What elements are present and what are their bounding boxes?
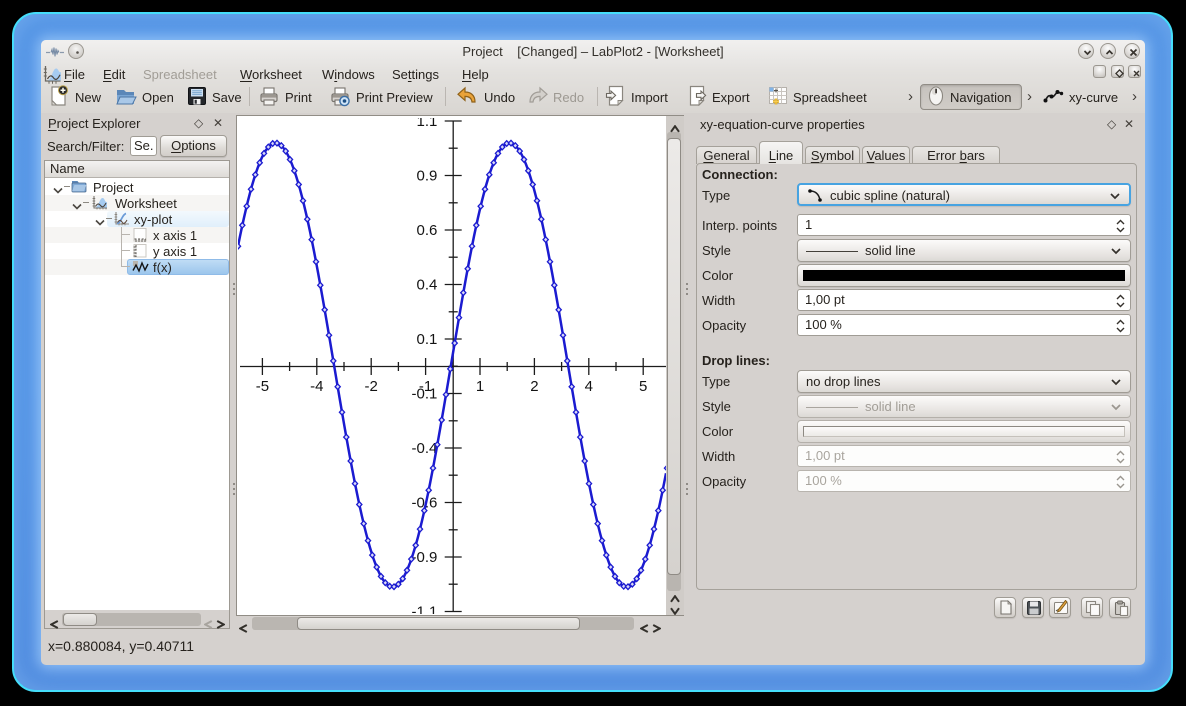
svg-text:2: 2 — [530, 378, 538, 395]
svg-text:-5: -5 — [256, 378, 269, 395]
svg-text:5: 5 — [639, 378, 647, 395]
svg-text:0.6: 0.6 — [417, 222, 438, 239]
svg-text:0.9: 0.9 — [417, 168, 438, 185]
svg-text:-4: -4 — [310, 378, 323, 395]
svg-text:-0.4: -0.4 — [412, 440, 438, 457]
svg-text:-0.9: -0.9 — [412, 549, 438, 566]
svg-text:0.4: 0.4 — [417, 277, 438, 294]
svg-text:0.1: 0.1 — [417, 331, 438, 348]
svg-text:4: 4 — [585, 378, 593, 395]
svg-text:-0.1: -0.1 — [412, 386, 438, 403]
svg-text:-1.1: -1.1 — [412, 604, 438, 614]
svg-text:1: 1 — [476, 378, 484, 395]
svg-text:-2: -2 — [365, 378, 378, 395]
svg-text:1.1: 1.1 — [417, 118, 438, 130]
